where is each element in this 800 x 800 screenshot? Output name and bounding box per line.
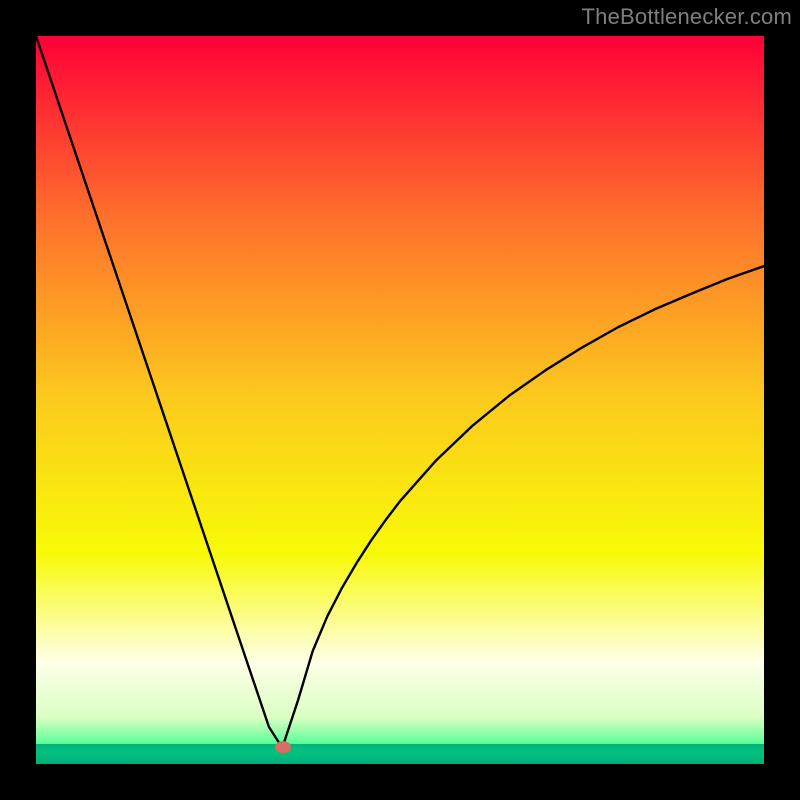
plot-background [36,36,764,764]
bottleneck-chart [0,0,800,800]
plot-bottom-strip [36,744,764,764]
watermark: TheBottlenecker.com [582,4,792,30]
marker-dot [275,741,291,753]
chart-stage: TheBottlenecker.com [0,0,800,800]
